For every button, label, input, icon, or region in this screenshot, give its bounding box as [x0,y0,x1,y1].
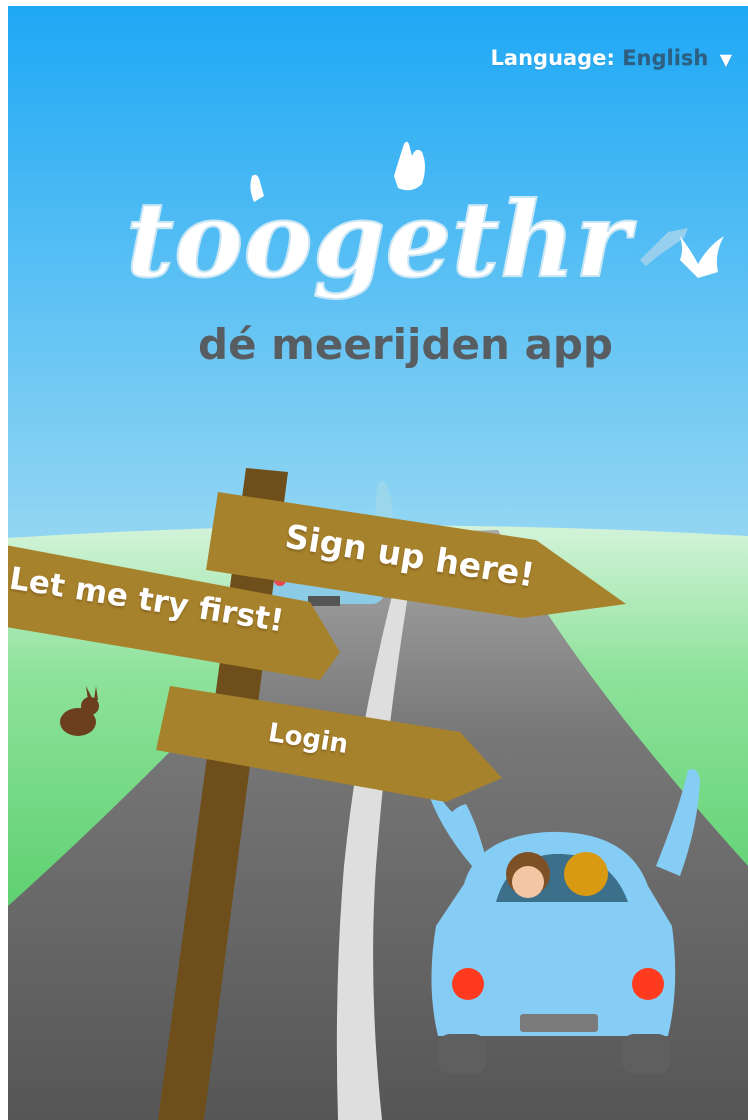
logo-wordmark: toogethr [126,178,637,301]
app-tagline: dé meerijden app [198,320,613,369]
app-screen: toogethr Language: English ▼ dé meerijde… [8,6,748,1120]
language-selector[interactable]: Language: English ▼ [491,46,732,70]
login-sign-button[interactable]: Login [156,686,508,804]
try-first-sign-button[interactable]: Let me try first! [8,544,350,684]
language-value: English [622,46,709,70]
language-label: Language: [490,46,615,70]
chevron-down-icon: ▼ [719,50,732,69]
